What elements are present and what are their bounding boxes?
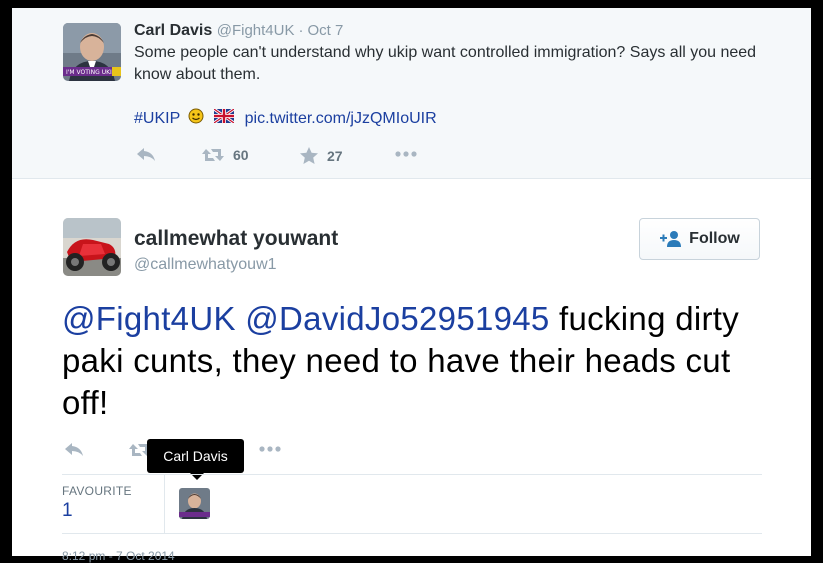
parent-tweet-links: #UKIP pic.twitter.com/jJzQMIoUIR: [134, 107, 437, 129]
parent-tweet-date[interactable]: Oct 7: [307, 22, 343, 39]
favourite-label: FAVOURITE: [62, 484, 132, 498]
twitter-page: I'M VOTING UKIP Carl Davis @Fight4UK · Oct…: [0, 0, 823, 563]
main-author-handle[interactable]: @callmewhatyouw1: [134, 256, 277, 274]
mention-davidjo[interactable]: @DavidJo52951945: [245, 300, 549, 337]
main-reply-button[interactable]: [63, 441, 85, 459]
favourite-count[interactable]: 1: [62, 500, 73, 522]
mention-fight4uk[interactable]: @Fight4UK: [62, 300, 236, 337]
parent-tweet-header: Carl Davis @Fight4UK · Oct 7: [134, 22, 343, 40]
callmewhat-avatar[interactable]: [63, 218, 121, 276]
svg-text:I'M VOTING UKIP: I'M VOTING UKIP: [66, 69, 116, 76]
reply-icon: [65, 443, 83, 456]
more-icon: [395, 151, 417, 157]
emoji-icon: [188, 108, 204, 129]
hashtag-link[interactable]: #UKIP: [134, 110, 180, 128]
more-button[interactable]: [394, 150, 418, 158]
separator-dot: ·: [298, 22, 304, 39]
reply-icon: [137, 148, 155, 161]
favorite-icon: [300, 147, 318, 164]
follow-label: Follow: [689, 230, 740, 247]
main-author-name[interactable]: callmewhat youwant: [134, 227, 338, 251]
carl-davis-avatar[interactable]: I'M VOTING UKIP: [63, 23, 121, 81]
parent-author-handle[interactable]: @Fight4UK: [217, 22, 295, 39]
main-more-button[interactable]: [258, 445, 282, 453]
follow-button[interactable]: Follow: [639, 218, 760, 260]
favoriter-avatar[interactable]: [179, 488, 210, 519]
follow-user-icon: [660, 231, 682, 247]
favorite-count: 27: [327, 147, 343, 164]
retweet-icon: [202, 149, 224, 161]
tooltip: Carl Davis: [147, 439, 244, 480]
more-icon: [259, 446, 281, 452]
retweet-button[interactable]: 60: [201, 146, 249, 164]
tweet-date-line[interactable]: 8:12 pm - 7 Oct 2014: [62, 549, 175, 563]
pic-link[interactable]: pic.twitter.com/jJzQMIoUIR: [245, 110, 437, 128]
parent-tweet[interactable]: I'M VOTING UKIP Carl Davis @Fight4UK · Oct…: [12, 8, 811, 179]
tweet-stats: FAVOURITE 1: [62, 474, 762, 534]
uk-flag-icon: [213, 107, 236, 128]
main-tweet: callmewhat youwant @callmewhatyouw1 Foll…: [12, 179, 811, 563]
stats-divider: [164, 475, 165, 533]
reply-button[interactable]: [135, 146, 157, 164]
retweet-count: 60: [233, 147, 249, 163]
parent-tweet-text: Some people can't understand why ukip wa…: [134, 44, 757, 83]
main-tweet-text: @Fight4UK @DavidJo52951945 fucking dirty…: [62, 298, 762, 424]
parent-author-name[interactable]: Carl Davis: [134, 22, 212, 39]
favorite-button[interactable]: 27: [299, 146, 343, 165]
